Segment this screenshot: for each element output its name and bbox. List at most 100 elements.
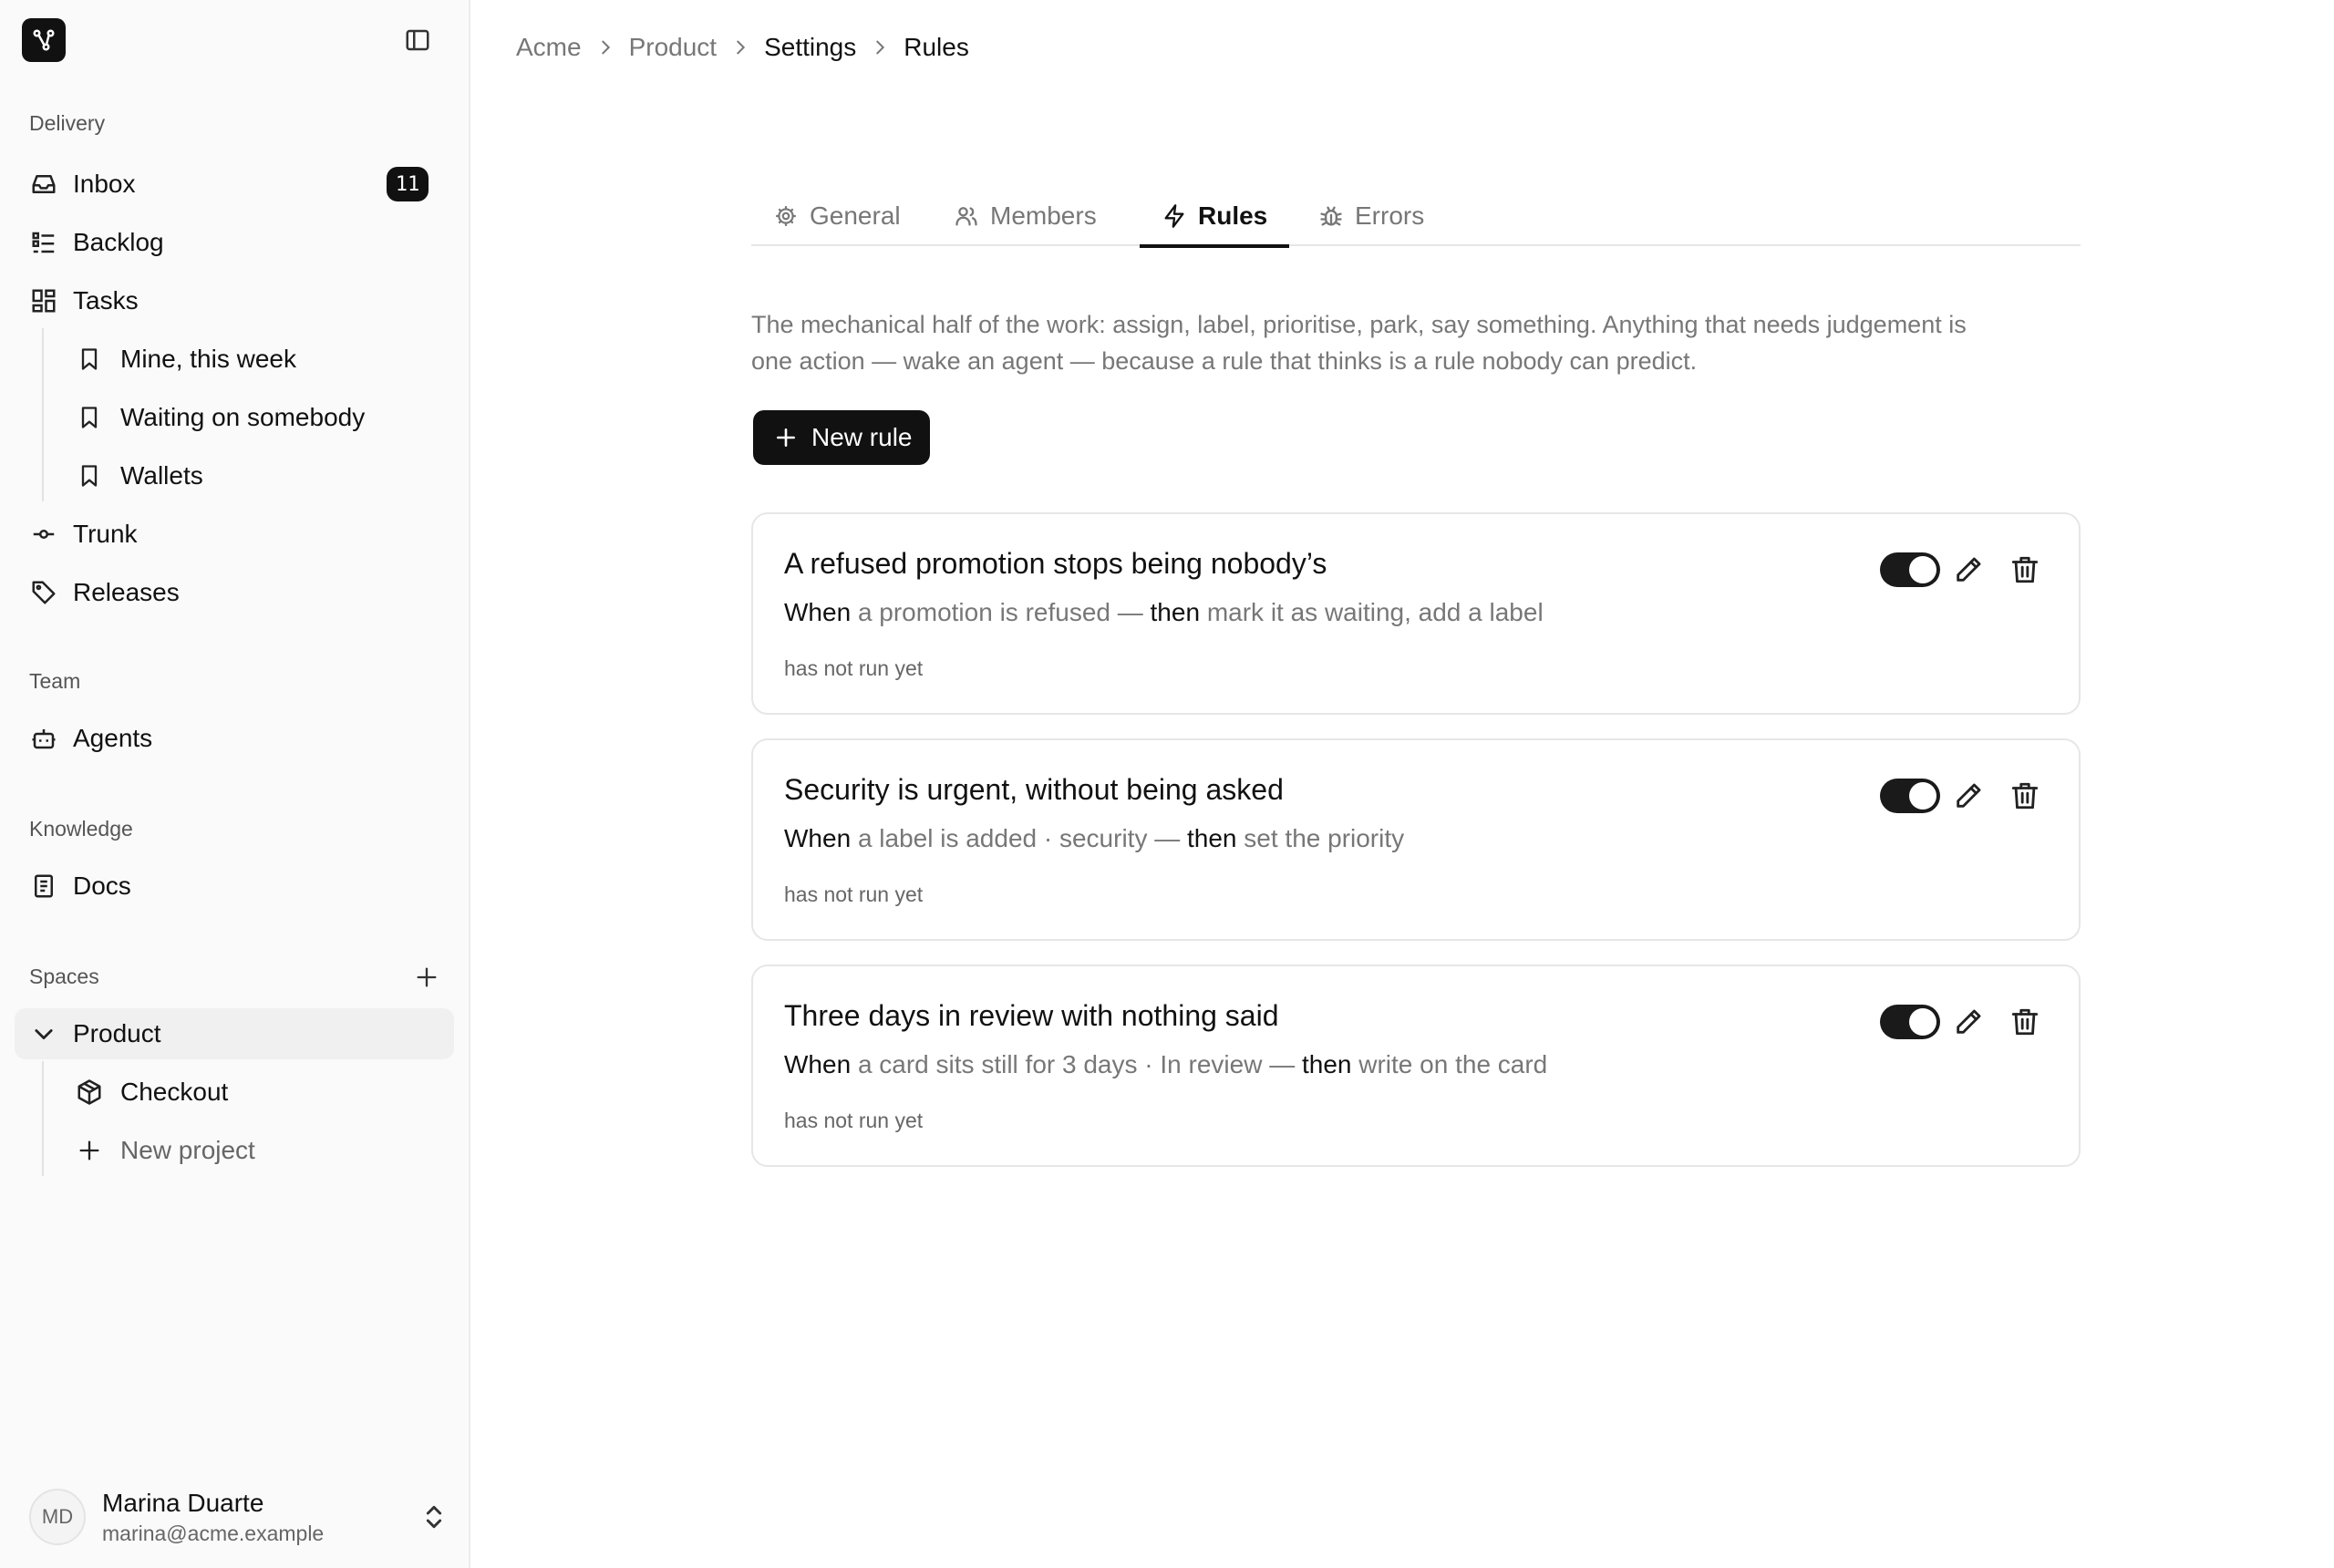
sidebar-item-label: Tasks bbox=[73, 286, 139, 315]
user-menu[interactable]: MD Marina Duarte marina@acme.example bbox=[29, 1488, 449, 1546]
rule-when-keyword: When bbox=[784, 824, 852, 852]
bug-icon bbox=[1318, 203, 1344, 229]
rule-description: When a card sits still for 3 days · In r… bbox=[784, 1050, 1547, 1079]
rule-when-keyword: When bbox=[784, 598, 852, 626]
tab-rules[interactable]: Rules bbox=[1140, 186, 1290, 248]
inbox-count-badge: 11 bbox=[387, 167, 429, 201]
tab-errors[interactable]: Errors bbox=[1296, 186, 1446, 246]
bookmark-icon bbox=[75, 403, 104, 432]
edit-rule-button[interactable] bbox=[1953, 1006, 1984, 1037]
toggle-knob bbox=[1909, 782, 1936, 810]
plus-icon bbox=[75, 1136, 104, 1165]
rule-then-keyword: then bbox=[1301, 1050, 1352, 1078]
tab-members[interactable]: Members bbox=[932, 186, 1119, 246]
sidebar-item-trunk[interactable]: Trunk bbox=[15, 509, 454, 560]
view-item[interactable]: Mine, this week bbox=[60, 334, 452, 385]
sidebar-item-backlog[interactable]: Backlog bbox=[15, 217, 454, 268]
pencil-icon bbox=[1957, 1009, 1981, 1034]
edit-rule-button[interactable] bbox=[1953, 554, 1984, 585]
tab-label: Members bbox=[990, 201, 1097, 230]
sidebar-item-docs[interactable]: Docs bbox=[15, 861, 454, 912]
new-rule-label: New rule bbox=[811, 423, 913, 451]
view-item[interactable]: Waiting on somebody bbox=[60, 392, 452, 443]
breadcrumb-item[interactable]: Acme bbox=[516, 33, 582, 62]
pencil-icon bbox=[1957, 783, 1981, 808]
breadcrumb-current: Rules bbox=[904, 33, 969, 61]
space-name: Product bbox=[73, 1019, 161, 1047]
trash-icon bbox=[2011, 556, 2039, 583]
rule-trigger: a promotion is refused — bbox=[857, 598, 1143, 626]
bot-icon bbox=[29, 724, 58, 753]
rule-title: A refused promotion stops being nobody’s bbox=[784, 547, 1327, 580]
new-rule-button[interactable]: New rule bbox=[753, 410, 931, 465]
app-logo[interactable] bbox=[22, 18, 66, 62]
add-space-button[interactable] bbox=[412, 963, 441, 992]
breadcrumb-item[interactable]: Product bbox=[629, 33, 718, 62]
rule-card: Security is urgent, without being asked … bbox=[751, 738, 2081, 941]
section-label-spaces: Spaces bbox=[29, 965, 99, 988]
rule-run-status: has not run yet bbox=[784, 882, 924, 906]
rule-enabled-toggle[interactable] bbox=[1880, 1005, 1940, 1039]
rule-enabled-toggle[interactable] bbox=[1880, 552, 1940, 587]
settings-tabs: General Members Rules Errors bbox=[751, 186, 2081, 248]
plus-icon bbox=[417, 967, 437, 987]
rule-title: Security is urgent, without being asked bbox=[784, 773, 1284, 806]
chevron-right-icon bbox=[593, 35, 618, 60]
tag-icon bbox=[29, 578, 58, 607]
sidebar-item-label: Docs bbox=[73, 872, 131, 900]
section-label-team: Team bbox=[29, 669, 81, 693]
new-project-button[interactable]: New project bbox=[60, 1125, 452, 1176]
section-label-knowledge: Knowledge bbox=[29, 817, 133, 841]
delete-rule-button[interactable] bbox=[2009, 780, 2040, 811]
delete-rule-button[interactable] bbox=[2009, 1006, 2040, 1037]
user-email: marina@acme.example bbox=[102, 1521, 325, 1545]
space-item-product[interactable]: Product bbox=[15, 1008, 454, 1059]
bolt-icon bbox=[1162, 203, 1187, 229]
view-item[interactable]: Wallets bbox=[60, 450, 452, 501]
rule-title: Three days in review with nothing said bbox=[784, 999, 1279, 1032]
sidebar-item-label: Trunk bbox=[73, 520, 138, 548]
inbox-icon bbox=[29, 170, 58, 199]
view-item-label: Mine, this week bbox=[120, 345, 296, 373]
chevron-right-icon bbox=[728, 35, 753, 60]
edit-rule-button[interactable] bbox=[1953, 780, 1984, 811]
rule-description: When a promotion is refused — then mark … bbox=[784, 598, 1544, 627]
view-item-label: Wallets bbox=[120, 461, 203, 490]
delete-rule-button[interactable] bbox=[2009, 554, 2040, 585]
project-label: Checkout bbox=[120, 1078, 229, 1106]
breadcrumb-item[interactable]: Settings bbox=[764, 33, 856, 62]
sidebar-item-releases[interactable]: Releases bbox=[15, 567, 454, 618]
bookmark-icon bbox=[75, 345, 104, 374]
rule-trigger: a card sits still for 3 days · In review… bbox=[857, 1050, 1296, 1078]
breadcrumb: Acme Product Settings Rules bbox=[516, 33, 969, 62]
sidebar-item-label: Releases bbox=[73, 578, 180, 606]
bookmark-icon bbox=[75, 461, 104, 490]
chevron-right-icon bbox=[867, 35, 893, 60]
tree-line bbox=[42, 328, 44, 501]
rule-trigger: a label is added · security — bbox=[857, 824, 1181, 852]
git-commit-icon bbox=[29, 520, 58, 549]
board-icon bbox=[29, 286, 58, 315]
sidebar-panel-icon bbox=[406, 29, 429, 51]
sidebar-toggle-button[interactable] bbox=[401, 24, 434, 57]
trash-icon bbox=[2011, 1008, 2039, 1036]
sidebar: Delivery Inbox 11 Backlog Tasks Mine, th… bbox=[0, 0, 470, 1568]
package-icon bbox=[75, 1078, 104, 1107]
trash-icon bbox=[2011, 782, 2039, 810]
sidebar-item-agents[interactable]: Agents bbox=[15, 713, 454, 764]
rule-then-keyword: then bbox=[1187, 824, 1237, 852]
chevrons-up-down-icon bbox=[426, 1505, 442, 1529]
toggle-knob bbox=[1909, 556, 1936, 583]
project-item-checkout[interactable]: Checkout bbox=[60, 1067, 452, 1118]
avatar: MD bbox=[29, 1489, 86, 1545]
sidebar-item-tasks[interactable]: Tasks bbox=[15, 275, 454, 326]
rule-enabled-toggle[interactable] bbox=[1880, 779, 1940, 813]
sidebar-item-inbox[interactable]: Inbox 11 bbox=[15, 159, 454, 210]
rule-action: write on the card bbox=[1358, 1050, 1548, 1078]
rule-card: A refused promotion stops being nobody’s… bbox=[751, 512, 2081, 715]
tab-general[interactable]: General bbox=[751, 186, 923, 246]
rule-when-keyword: When bbox=[784, 1050, 852, 1078]
tree-line bbox=[42, 1061, 44, 1176]
rule-description: When a label is added · security — then … bbox=[784, 824, 1404, 853]
toggle-knob bbox=[1909, 1008, 1936, 1036]
